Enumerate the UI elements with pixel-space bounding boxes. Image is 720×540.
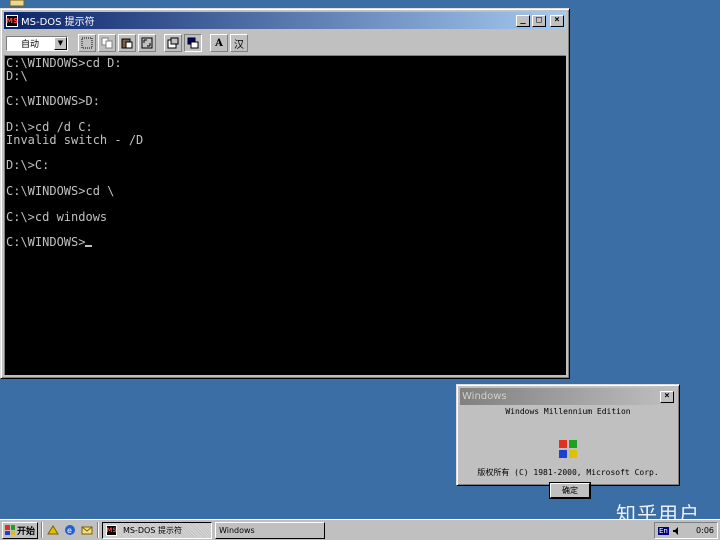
product-name: Windows Millennium Edition [505,407,631,416]
internet-explorer-icon: e [65,525,75,535]
windows-logo-icon [559,440,577,458]
windows-flag-icon [5,525,15,535]
minimize-button[interactable]: _ [516,14,530,27]
paste-icon [121,38,133,49]
about-body: Windows Millennium Edition 版权所有 (C) 1981… [460,405,676,498]
console-line: D:\>cd /d C: [6,119,93,134]
start-label: 开始 [17,526,36,537]
msdos-task-icon: MS [106,524,117,536]
language-indicator[interactable]: En [658,526,669,535]
task-msdos-label: MS-DOS 提示符 [123,525,182,535]
console-line: C:\WINDOWS> [6,236,565,249]
msdos-toolbar: 自动 ▼ A 汉 [4,31,566,55]
desktop-icon[interactable] [8,0,26,8]
msdos-titlebar[interactable]: MS MS-DOS 提示符 _ □ × [4,12,566,29]
background-icon [187,37,199,49]
console-line: Invalid switch - /D [6,132,144,147]
paste-tool-button[interactable] [118,34,136,52]
quicklaunch-ie[interactable]: e [63,523,77,537]
system-tray: En 0:06 [654,522,718,539]
show-desktop-icon [47,525,59,535]
console-line: C:\WINDOWS>D: [6,94,100,109]
ime-tool-button[interactable]: 汉 [230,34,248,52]
console-line: C:\WINDOWS>cd \ [6,183,115,198]
ime-han-icon: 汉 [234,39,244,51]
font-a-icon: A [215,37,223,49]
copyright-text: 版权所有 (C) 1981-2000, Microsoft Corp. [477,468,659,477]
console-line: C:\WINDOWS>cd D: [6,56,122,70]
msdos-window[interactable]: MS MS-DOS 提示符 _ □ × 自动 ▼ A 汉 C:\WINDOWS>… [0,8,570,379]
copy-icon [101,37,113,49]
about-dialog[interactable]: Windows × Windows Millennium Edition 版权所… [456,384,680,498]
quicklaunch-desktop[interactable] [46,523,60,537]
properties-tool-button[interactable] [164,34,182,52]
maximize-button[interactable]: □ [532,14,546,27]
quicklaunch-outlook[interactable] [80,523,94,537]
font-size-select[interactable]: 自动 ▼ [6,35,68,51]
volume-icon[interactable] [672,526,682,536]
start-button[interactable]: 开始 [2,521,38,539]
outlook-express-icon [81,526,93,535]
task-windows[interactable]: Windows [215,521,325,539]
taskbar-separator [41,522,43,538]
msdos-title: MS-DOS 提示符 [21,17,95,28]
fullscreen-tool-button[interactable] [138,34,156,52]
mark-icon [81,37,93,49]
about-titlebar[interactable]: Windows × [460,388,676,405]
console-line: D:\>C: [6,158,50,173]
console-line: D:\ [6,68,28,83]
task-msdos[interactable]: MS MS-DOS 提示符 [102,521,212,539]
font-size-value: 自动 [21,39,40,50]
font-tool-button[interactable]: A [210,34,228,52]
ok-button[interactable]: 确定 [550,483,590,498]
task-windows-label: Windows [219,525,255,535]
clock[interactable]: 0:06 [696,526,714,535]
text-cursor [85,245,93,248]
console-line: C:\>cd windows [6,209,108,224]
properties-icon [167,37,179,49]
fullscreen-icon [141,37,153,49]
about-title: Windows [462,391,507,402]
background-tool-button[interactable] [184,34,202,52]
msdos-app-icon[interactable]: MS [6,14,18,27]
mark-tool-button[interactable] [78,34,96,52]
about-close-button[interactable]: × [660,390,674,403]
chevron-down-icon[interactable]: ▼ [54,36,67,50]
svg-text:e: e [67,526,72,535]
copy-tool-button[interactable] [98,34,116,52]
taskbar-separator-2 [97,522,99,538]
taskbar: 开始 e MS MS-DOS 提示符 Windows En 0:06 [0,519,720,540]
close-button[interactable]: × [550,14,564,27]
console-output[interactable]: C:\WINDOWS>cd D: D:\ C:\WINDOWS>D: D:\>cd /… [4,55,566,375]
